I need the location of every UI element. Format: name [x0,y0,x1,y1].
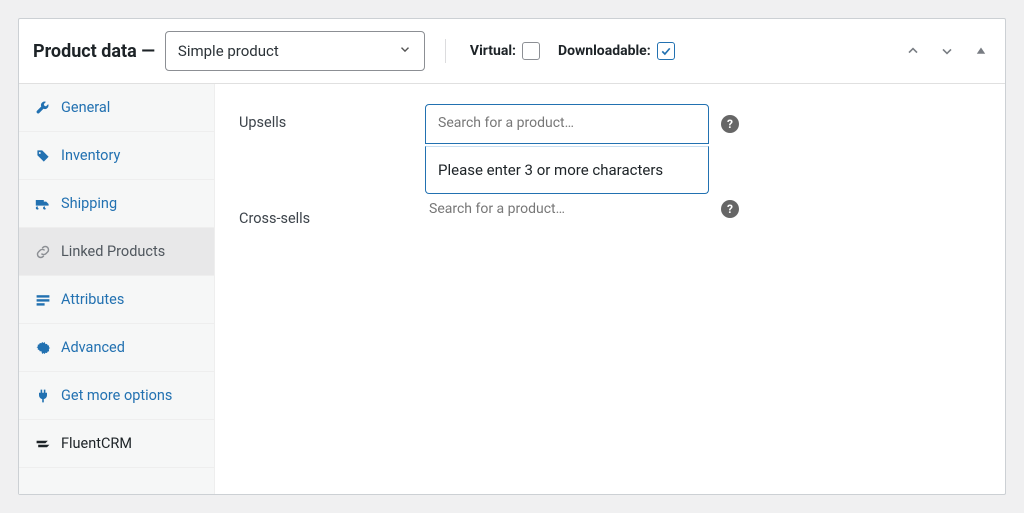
panel-title: Product data — [33,41,155,62]
tab-label: Advanced [61,339,125,356]
virtual-checkbox[interactable] [522,42,540,60]
linked-products-content: Upsells Search for a product… ? Please e… [215,84,1005,494]
tab-get-more-options[interactable]: Get more options [19,372,214,420]
gear-icon [35,340,51,356]
tab-label: FluentCRM [61,435,132,452]
tab-general[interactable]: General [19,84,214,132]
downloadable-label: Downloadable: [558,43,651,59]
link-icon [35,244,51,260]
product-data-tabs: General Inventory Shipping [19,84,215,494]
downloadable-checkbox-group[interactable]: Downloadable: [558,42,675,60]
move-down-button[interactable] [937,41,957,61]
list-icon [35,292,51,308]
crosssells-placeholder: Search for a product… [429,201,565,217]
tab-label: Shipping [61,195,117,212]
crosssells-label: Cross-sells [239,200,425,227]
tab-label: Linked Products [61,243,165,260]
panel-header-controls [903,41,991,61]
help-icon[interactable]: ? [721,115,739,133]
tab-inventory[interactable]: Inventory [19,132,214,180]
toggle-panel-button[interactable] [971,41,991,61]
tag-icon [35,148,51,164]
product-data-panel: Product data — Simple product Virtual: D… [18,18,1006,495]
tab-label: Inventory [61,147,120,164]
tab-attributes[interactable]: Attributes [19,276,214,324]
chevron-down-icon [398,42,412,60]
tab-label: Attributes [61,291,124,308]
upsells-dropdown-message: Please enter 3 or more characters [425,146,709,194]
move-up-button[interactable] [903,41,923,61]
downloadable-checkbox[interactable] [657,42,675,60]
panel-title-text: Product data [33,41,137,62]
crosssells-row: Cross-sells Search for a product… ? [239,200,981,227]
panel-title-dash: — [137,41,155,62]
tab-advanced[interactable]: Advanced [19,324,214,372]
upsells-row: Upsells Search for a product… ? Please e… [239,104,981,144]
plug-icon [35,388,51,404]
virtual-checkbox-group[interactable]: Virtual: [470,42,540,60]
product-type-value: Simple product [178,42,279,60]
help-icon[interactable]: ? [721,200,739,218]
wrench-icon [35,100,51,116]
tab-fluentcrm[interactable]: FluentCRM [19,420,214,468]
tab-label: General [61,99,110,116]
truck-icon [35,196,51,212]
product-type-select[interactable]: Simple product [165,31,425,71]
virtual-label: Virtual: [470,43,516,59]
tab-shipping[interactable]: Shipping [19,180,214,228]
tab-label: Get more options [61,387,172,404]
upsells-input[interactable]: Search for a product… [425,104,709,144]
fluent-icon [35,436,51,452]
upsells-placeholder: Search for a product… [438,115,574,131]
tab-linked-products[interactable]: Linked Products [19,228,214,276]
upsells-label: Upsells [239,104,425,131]
header-divider [445,39,446,63]
crosssells-input[interactable]: Search for a product… [425,201,709,217]
panel-body: General Inventory Shipping [19,84,1005,494]
panel-header: Product data — Simple product Virtual: D… [19,19,1005,84]
